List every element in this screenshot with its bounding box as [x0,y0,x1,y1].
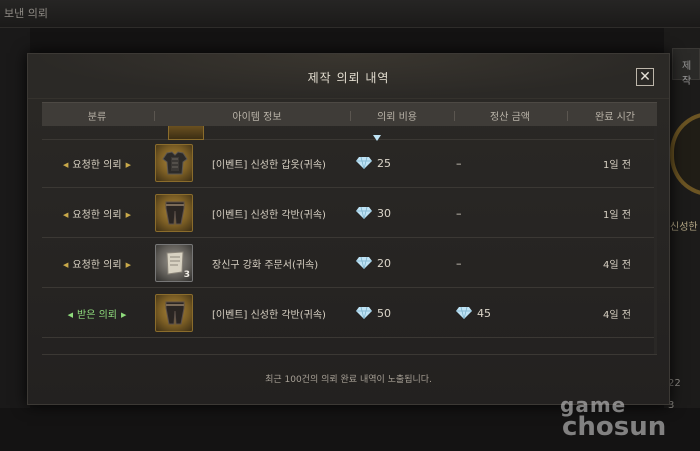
list-scrollbar[interactable] [654,126,657,354]
background-left-panel [0,28,30,408]
category-received: ◀ 받은 의뢰 ▶ [42,306,152,321]
column-separator [350,111,351,121]
scroll-icon[interactable]: 3 [155,244,193,282]
category-requested: ◀ 요청한 의뢰 ▶ [42,156,152,171]
category-label: 받은 의뢰 [77,310,117,321]
diamond-icon [456,307,472,319]
arrow-right-icon: ▶ [125,261,131,269]
armor-top-icon[interactable] [155,144,193,182]
greaves-icon[interactable] [155,294,193,332]
request-fee: 20 [356,254,391,272]
completion-time: 4일 전 [603,310,631,321]
item-quantity: 3 [183,270,190,280]
request-history-list[interactable]: ◀ 요청한 의뢰 ▶ [이벤트] 신성한 갑옷(귀속) 25 – 1일 전 ◀ … [42,126,657,354]
column-item-info: 아이템 정보 [232,112,282,123]
background-top-bar: 보낸 의뢰 [0,0,700,28]
diamond-icon [356,257,372,269]
arrow-left-icon: ◀ [67,311,73,319]
divider [42,354,657,355]
column-settlement: 정산 금액 [490,112,530,123]
category-requested: ◀ 요청한 의뢰 ▶ [42,256,152,271]
table-row[interactable]: ◀ 요청한 의뢰 ▶ [이벤트] 신성한 갑옷(귀속) 25 – 1일 전 [42,139,657,188]
table-row[interactable]: ◀ 받은 의뢰 ▶ [이벤트] 신성한 각반(귀속) 50 45 4일 전 [42,289,657,338]
item-name: [이벤트] 신성한 각반(귀속) [212,310,326,321]
settlement-value: – [456,206,462,220]
column-header: 분류 아이템 정보 의뢰 비용 정산 금액 완료 시간 [42,102,657,126]
watermark-logo: game chosun [560,395,700,442]
background-window-title: 보낸 의뢰 [4,7,48,20]
item-name: [이벤트] 신성한 갑옷(귀속) [212,160,326,171]
settlement-amount: – [456,154,462,172]
completion-time: 4일 전 [603,260,631,271]
completion-time: 1일 전 [603,160,631,171]
settlement-value: 45 [477,306,491,320]
settlement-value: – [456,256,462,270]
arrow-left-icon: ◀ [63,261,69,269]
diamond-icon [356,307,372,319]
request-fee: 30 [356,204,391,222]
completion-time: 1일 전 [603,210,631,221]
fee-value: 20 [377,256,391,270]
column-separator [154,111,155,121]
category-label: 요청한 의뢰 [72,210,122,221]
arrow-right-icon: ▶ [120,311,127,319]
background-item-text: 신성한 [670,222,698,233]
column-fee: 의뢰 비용 [377,112,417,123]
close-icon: ✕ [639,69,651,85]
settlement-amount: 45 [456,304,491,322]
craft-request-history-modal: 제작 의뢰 내역 ✕ 분류 아이템 정보 의뢰 비용 정산 금액 완료 시간 ◀… [27,53,670,405]
greaves-icon[interactable] [155,194,193,232]
settlement-amount: – [456,204,462,222]
request-fee: 50 [356,304,391,322]
fee-value: 50 [377,306,391,320]
category-label: 요청한 의뢰 [72,260,122,271]
item-icon-partial [168,126,204,140]
category-requested: ◀ 요청한 의뢰 ▶ [42,206,152,221]
fee-value: 25 [377,156,391,170]
arrow-right-icon: ▶ [125,161,131,169]
category-label: 요청한 의뢰 [72,160,122,171]
footer-note: 최근 100건의 의뢰 완료 내역이 노출됩니다. [265,375,432,385]
table-row[interactable]: ◀ 요청한 의뢰 ▶ 3 장신구 강화 주문서(귀속) 20 – 4일 전 [42,239,657,288]
settlement-amount: – [456,254,462,272]
watermark-line-2: chosun [562,412,667,442]
column-category: 분류 [87,112,107,123]
column-completion-time: 완료 시간 [595,112,635,123]
background-craft-tab-label: 제작 [682,61,692,87]
fee-value: 30 [377,206,391,220]
modal-title: 제작 의뢰 내역 [307,71,390,85]
close-button[interactable]: ✕ [636,68,654,86]
column-separator [567,111,568,121]
settlement-value: – [456,156,462,170]
item-name: [이벤트] 신성한 각반(귀속) [212,210,326,221]
arrow-right-icon: ▶ [125,211,131,219]
item-name: 장신구 강화 주문서(귀속) [212,260,319,271]
diamond-icon [356,157,372,169]
diamond-icon [356,207,372,219]
arrow-left-icon: ◀ [63,211,69,219]
table-row[interactable]: ◀ 요청한 의뢰 ▶ [이벤트] 신성한 각반(귀속) 30 – 1일 전 [42,189,657,238]
request-fee: 25 [356,154,391,172]
table-row-partial [42,126,657,141]
arrow-left-icon: ◀ [63,161,69,169]
